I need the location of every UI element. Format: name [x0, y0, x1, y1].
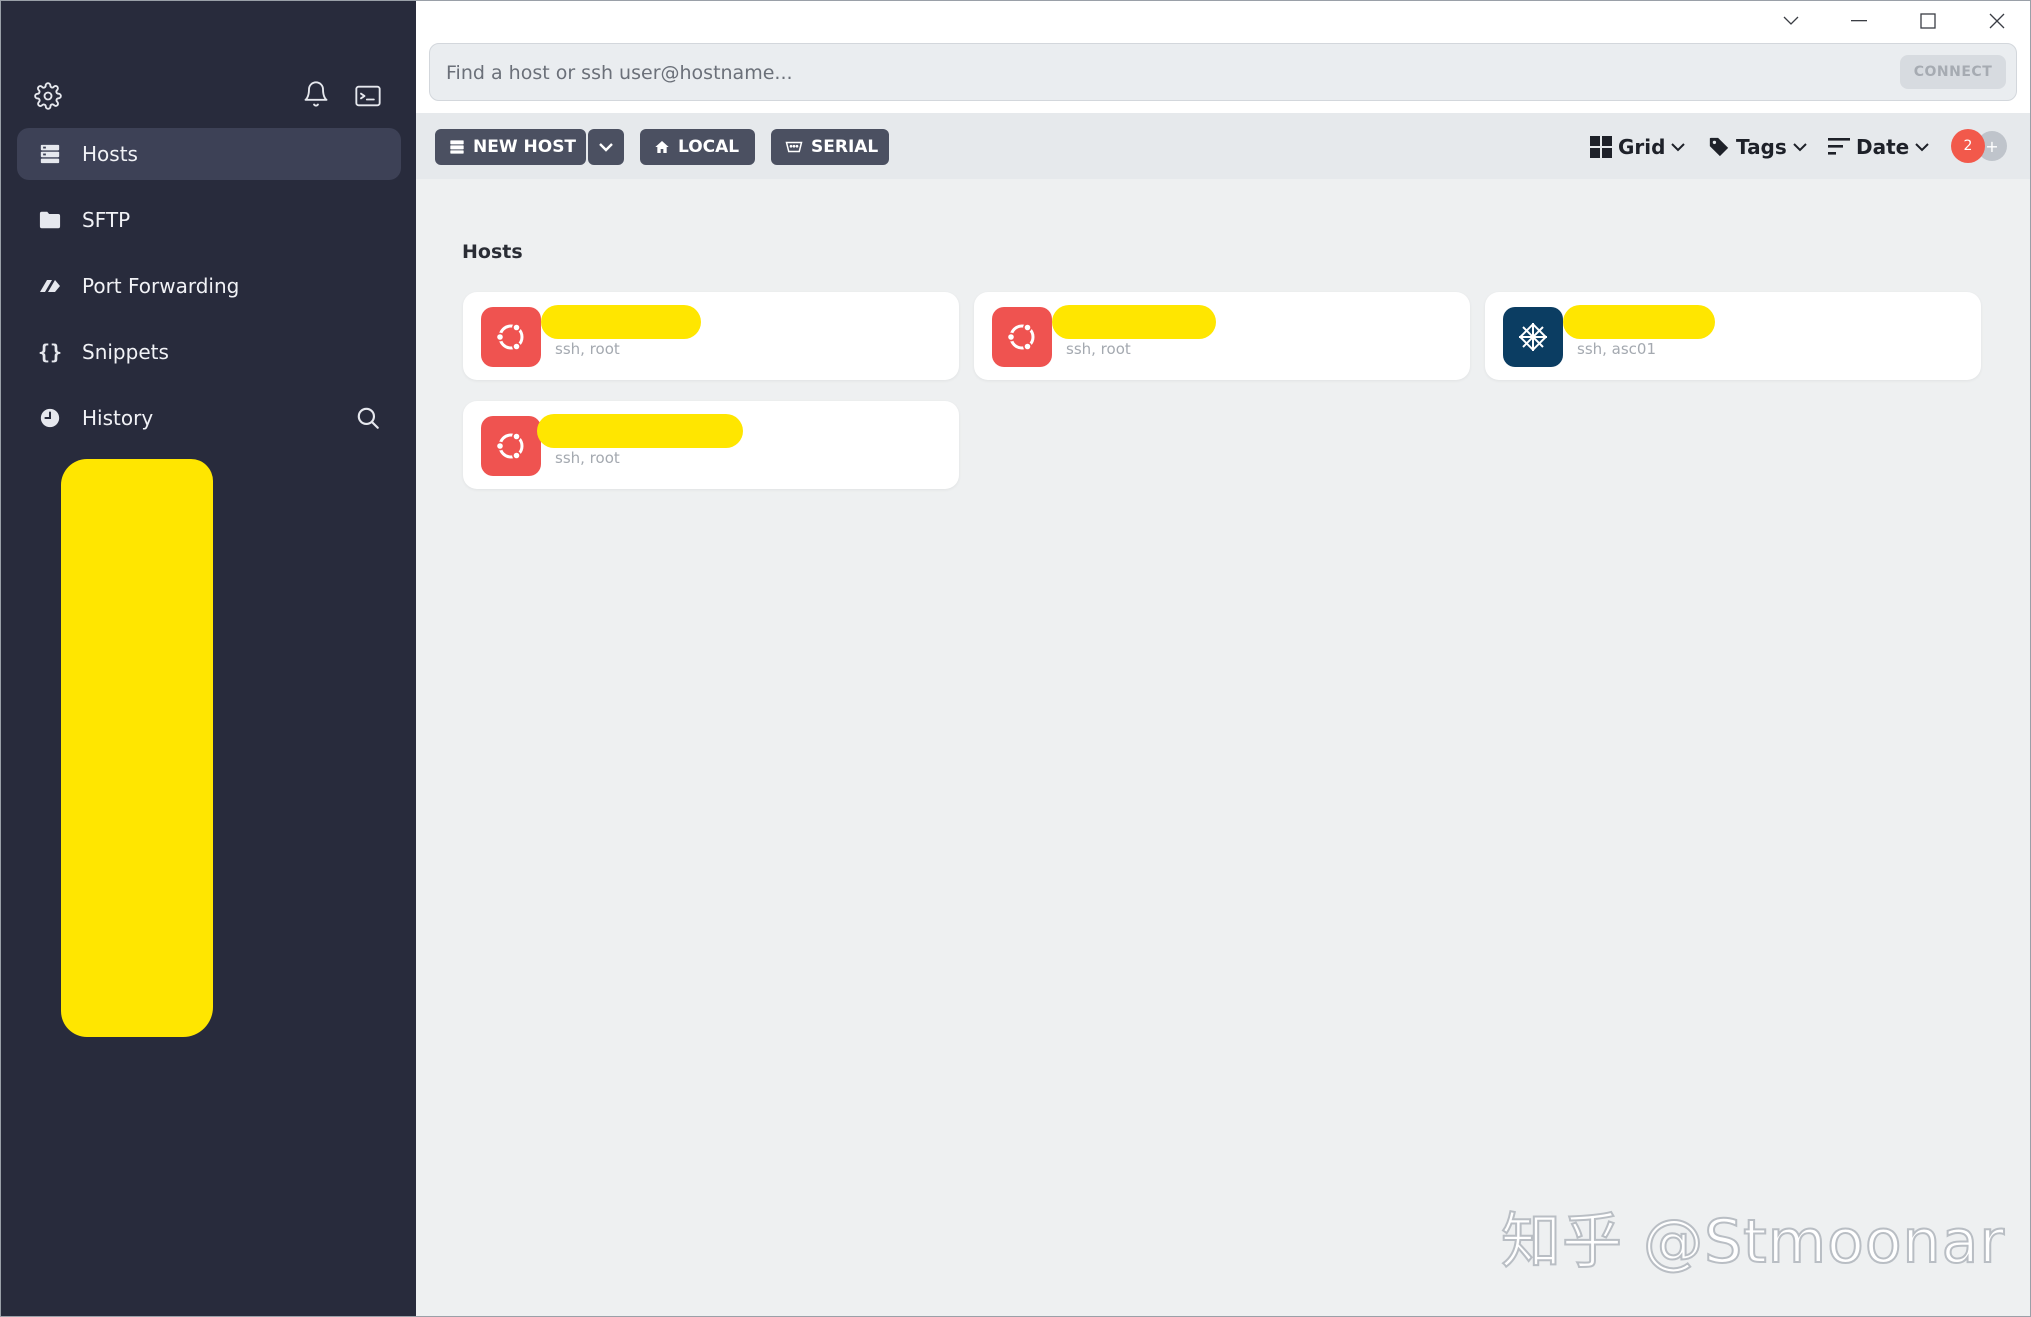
host-card[interactable]: ssh, root — [974, 292, 1470, 380]
redacted-history-list — [61, 459, 213, 1037]
section-title: Hosts — [462, 241, 523, 263]
main-panel: CONNECT NEW HOST — [416, 1, 2030, 1316]
host-subtitle: ssh, asc01 — [1577, 340, 1657, 358]
sidebar-item-sftp[interactable]: SFTP — [17, 194, 401, 246]
host-subtitle: ssh, root — [1066, 340, 1131, 358]
serial-button[interactable]: SERIAL — [771, 129, 889, 165]
redacted-host-name — [537, 414, 743, 448]
app-window: Hosts SFTP Port Forwarding {} Snippets H… — [0, 0, 2031, 1317]
ubuntu-icon — [992, 307, 1052, 367]
sidebar-item-label: Port Forwarding — [82, 274, 240, 298]
notification-count-badge[interactable]: 2 — [1951, 129, 1985, 163]
tags-label: Tags — [1736, 135, 1787, 159]
window-dropdown-button[interactable] — [1768, 5, 1814, 37]
host-card[interactable]: ssh, root — [463, 401, 959, 489]
redacted-host-name — [1052, 305, 1216, 339]
new-host-label: NEW HOST — [473, 137, 577, 157]
sidebar-item-label: SFTP — [82, 208, 131, 232]
new-host-button[interactable]: NEW HOST — [435, 129, 586, 165]
clock-icon — [37, 405, 63, 431]
local-terminal-button[interactable]: LOCAL — [640, 129, 755, 165]
watermark: 知乎 @Stmoonar — [1500, 1206, 2006, 1278]
local-label: LOCAL — [678, 137, 740, 157]
sidebar: Hosts SFTP Port Forwarding {} Snippets H… — [1, 1, 416, 1316]
maximize-button[interactable] — [1905, 5, 1951, 37]
sort-icon — [1828, 137, 1850, 157]
toolbar: NEW HOST LOCAL SERIAL Grid Tags Date 2 + — [416, 113, 2030, 179]
chevron-down-icon — [1671, 142, 1686, 152]
host-card[interactable]: ssh, asc01 — [1485, 292, 1981, 380]
chevron-down-icon — [1915, 142, 1929, 152]
home-icon — [654, 139, 670, 155]
port-forwarding-icon — [37, 273, 63, 299]
view-grid-label: Grid — [1618, 135, 1666, 159]
curly-braces-icon: {} — [37, 340, 63, 364]
ubuntu-icon — [481, 416, 541, 476]
sidebar-item-port-forwarding[interactable]: Port Forwarding — [17, 260, 401, 312]
title-bar — [416, 1, 2030, 41]
serial-port-icon — [785, 140, 803, 154]
sidebar-item-history[interactable]: History — [17, 392, 401, 444]
connect-button[interactable]: CONNECT — [1900, 55, 2006, 89]
host-card[interactable]: ssh, root — [463, 292, 959, 380]
chevron-down-icon — [1793, 142, 1807, 152]
sort-date-dropdown[interactable]: Date — [1828, 129, 1929, 165]
server-icon — [449, 139, 465, 155]
view-grid-dropdown[interactable]: Grid — [1590, 129, 1686, 165]
host-subtitle: ssh, root — [555, 449, 620, 467]
folder-icon — [37, 207, 63, 233]
chevron-down-icon — [598, 142, 614, 152]
notifications-bell-icon[interactable] — [302, 80, 332, 110]
ubuntu-icon — [481, 307, 541, 367]
terminal-icon[interactable] — [354, 82, 384, 112]
search-input[interactable] — [444, 44, 1848, 102]
search-bar: CONNECT — [429, 43, 2017, 102]
centos-icon — [1503, 307, 1563, 367]
redacted-host-name — [541, 305, 701, 339]
sidebar-item-snippets[interactable]: {} Snippets — [17, 326, 401, 378]
hosts-icon — [37, 141, 63, 167]
history-search-icon[interactable] — [355, 405, 385, 435]
new-host-dropdown-button[interactable] — [588, 129, 624, 165]
sort-date-label: Date — [1856, 135, 1910, 159]
sidebar-item-label: Hosts — [82, 142, 138, 166]
host-subtitle: ssh, root — [555, 340, 620, 358]
sidebar-item-label: Snippets — [82, 340, 169, 364]
sidebar-item-hosts[interactable]: Hosts — [17, 128, 401, 180]
tag-icon — [1708, 136, 1730, 158]
redacted-host-name — [1563, 305, 1715, 339]
minimize-button[interactable] — [1836, 5, 1882, 37]
serial-label: SERIAL — [811, 137, 879, 157]
close-button[interactable] — [1974, 5, 2020, 37]
sidebar-item-label: History — [82, 406, 154, 430]
grid-icon — [1590, 136, 1612, 158]
search-row: CONNECT — [416, 37, 2030, 113]
tags-dropdown[interactable]: Tags — [1708, 129, 1807, 165]
settings-gear-icon[interactable] — [34, 82, 64, 112]
